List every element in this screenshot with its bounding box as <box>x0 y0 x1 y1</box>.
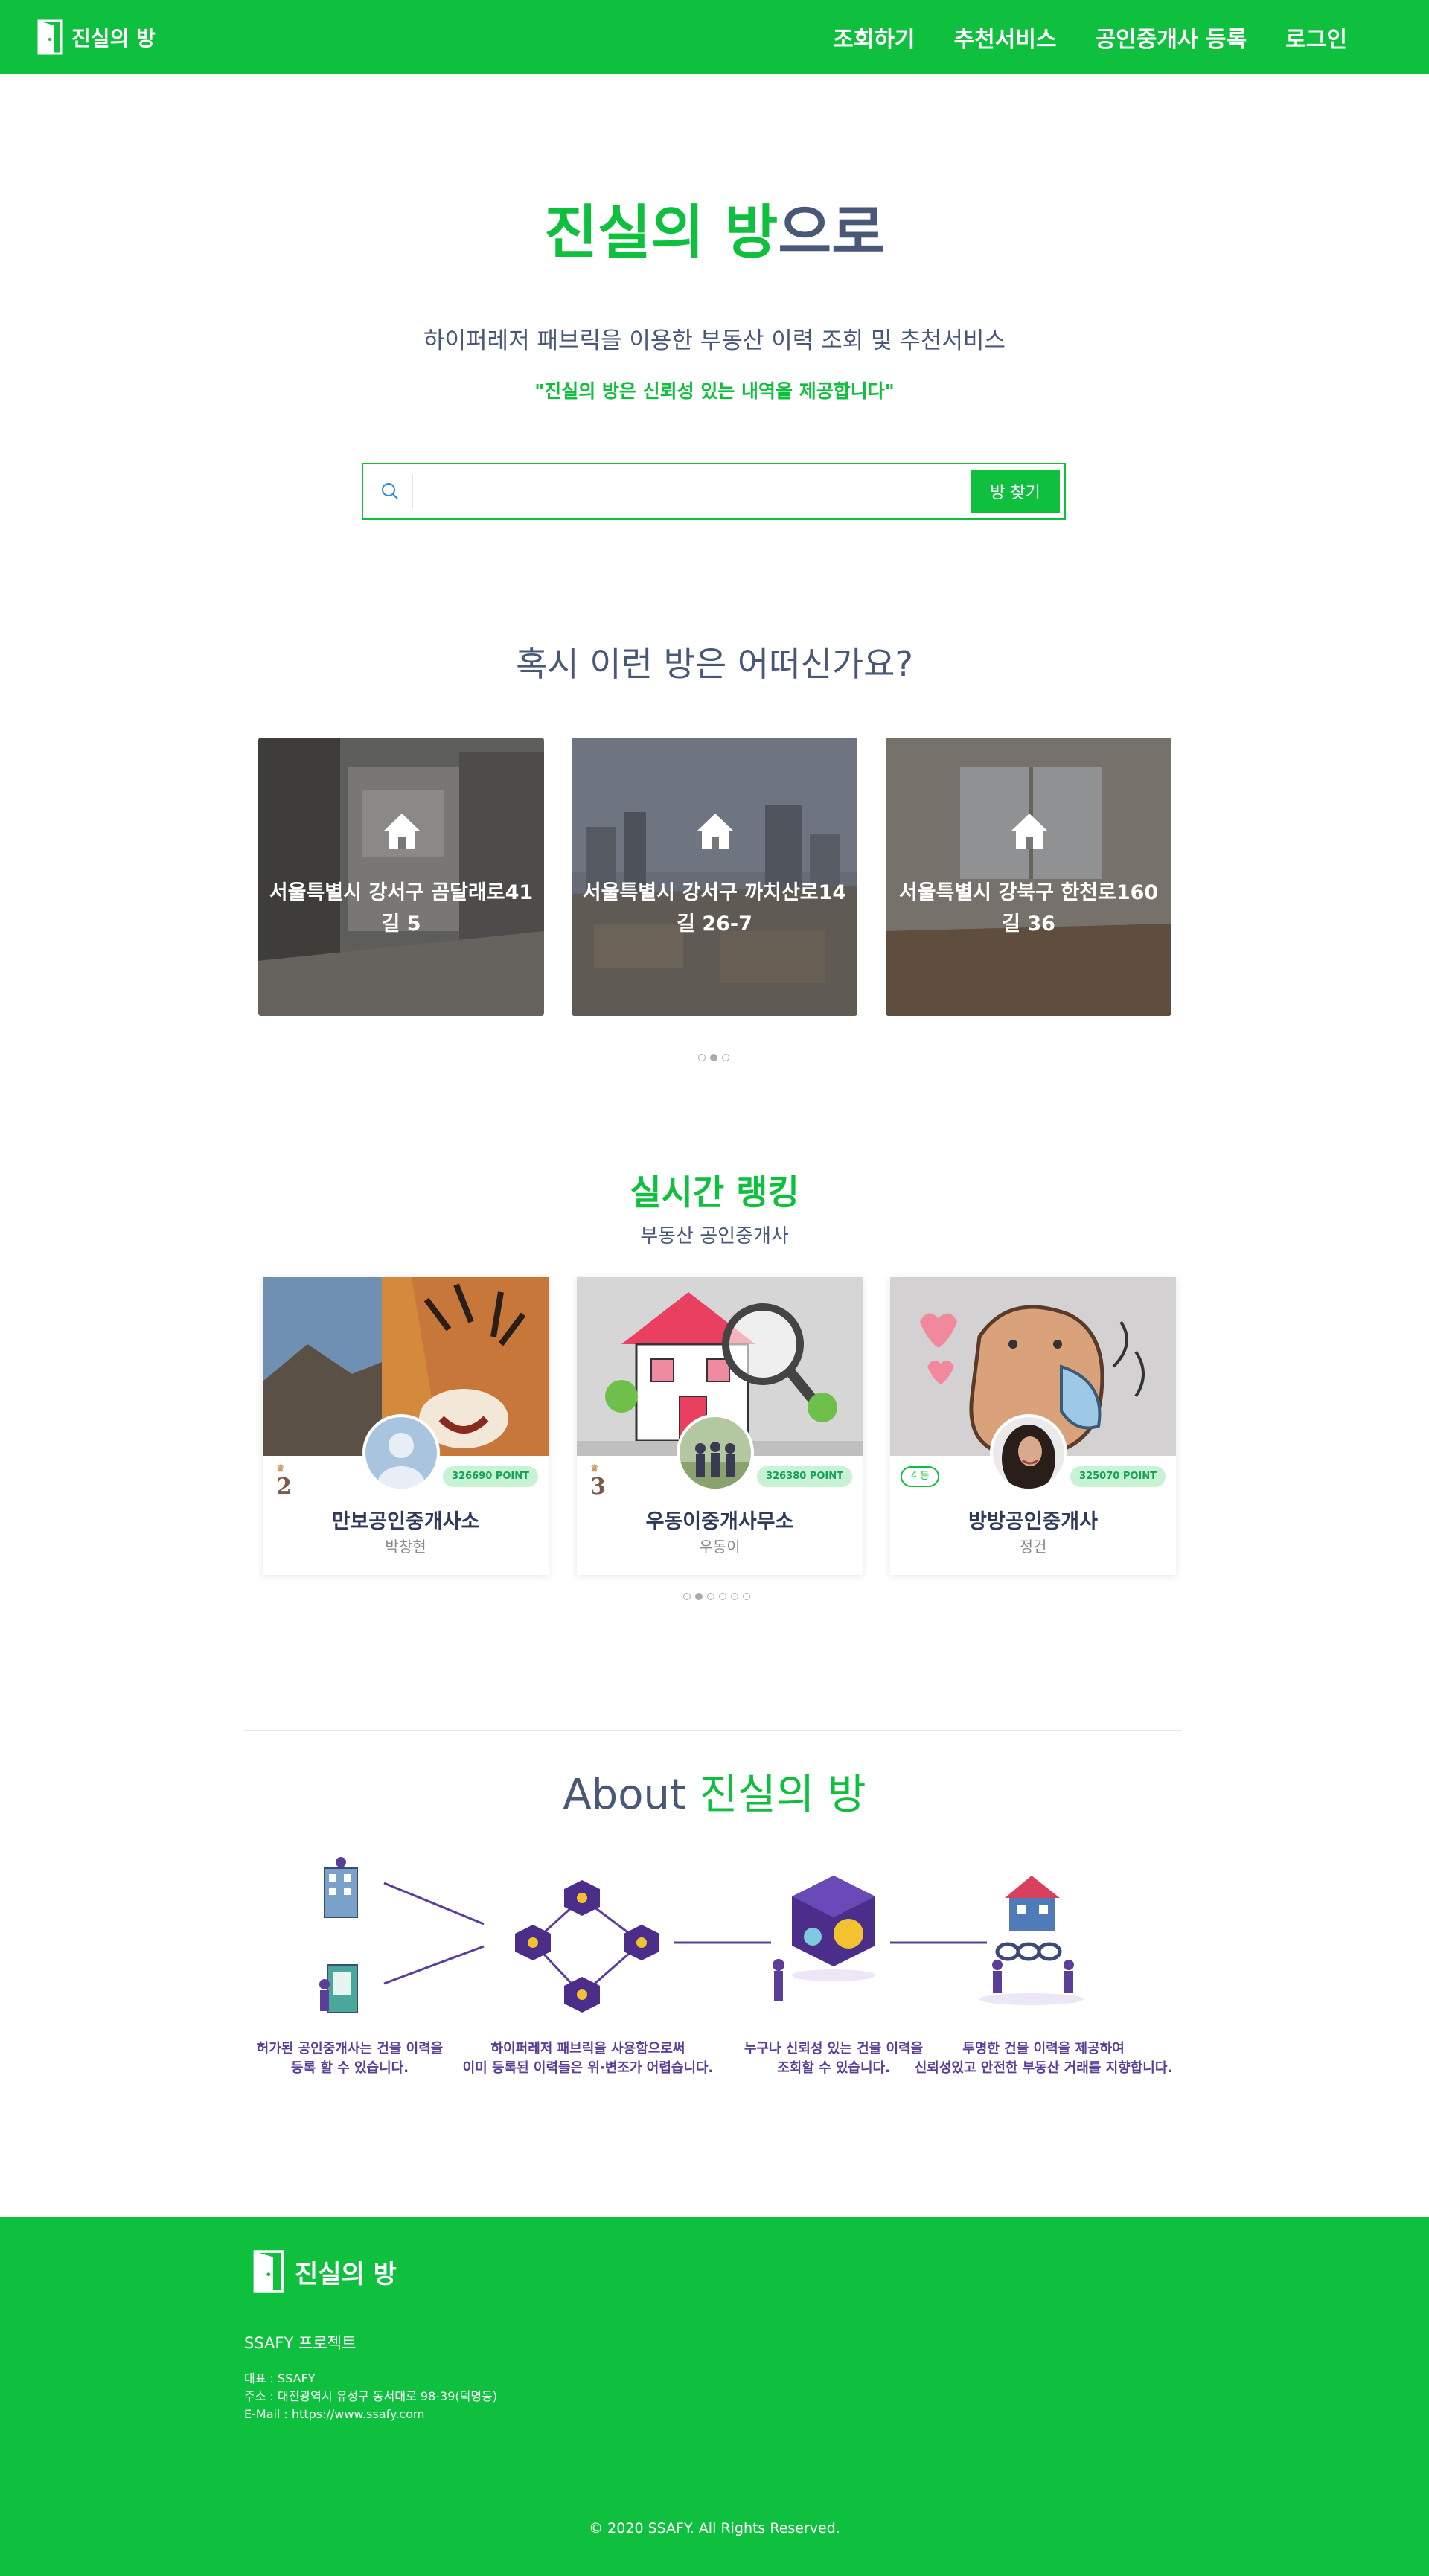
house-icon <box>383 814 421 849</box>
footer-email[interactable]: E-Mail : https://www.ssafy.com <box>244 2406 497 2423</box>
house-icon <box>697 814 734 849</box>
agent-avatar <box>677 1414 754 1492</box>
rank-badge: 4 등 <box>901 1466 940 1487</box>
hero-subtitle: 하이퍼레저 패브릭을 이용한 부동산 이력 조회 및 추천서비스 <box>423 327 1006 354</box>
carousel-dot[interactable] <box>707 1593 714 1600</box>
point-badge: 326690 POINT <box>443 1466 538 1487</box>
ranking-subtitle: 부동산 공인중개사 <box>640 1225 789 1247</box>
about-title-dark: About <box>563 1771 700 1819</box>
hero-title-dark: 으로 <box>778 199 885 266</box>
carousel-dot[interactable] <box>722 1054 729 1061</box>
agent-name: 박창현 <box>385 1538 426 1556</box>
search-bar: 방 찾기 <box>362 463 1066 520</box>
rank-medal: ♛ 2 <box>276 1463 292 1500</box>
find-room-button[interactable]: 방 찾기 <box>971 470 1060 513</box>
house-icon <box>1011 814 1048 849</box>
agent-name: 우동이 <box>699 1538 741 1556</box>
search-icon <box>382 483 398 499</box>
hero-title-green: 진실의 방 <box>544 199 779 266</box>
footer-copyright: © 2020 SSAFY. All Rights Reserved. <box>589 2520 840 2537</box>
agency-name: 방방공인중개사 <box>968 1510 1098 1533</box>
building-agent-illustration <box>319 1857 358 2013</box>
secure-block-illustration <box>773 1876 875 2001</box>
recommend-carousel-dots <box>698 1054 729 1061</box>
trusted-deal-illustration <box>979 1876 1084 2005</box>
rank-number: 3 <box>590 1474 606 1500</box>
room-card[interactable]: 서울특별시 강서구 곰달래로41길 5 <box>258 738 544 1016</box>
footer-address: 주소 : 대전광역시 유성구 동서대로 98-39(덕명동) <box>244 2389 498 2403</box>
carousel-dot[interactable] <box>731 1593 738 1600</box>
agent-avatar <box>990 1414 1067 1492</box>
agent-rank-card[interactable]: ♛ 3 326380 POINT 우동이중개사무소 우동이 <box>577 1277 863 1575</box>
agent-rank-card[interactable]: 4 등 325070 POINT 방방공인중개사 정건 <box>890 1277 1176 1575</box>
carousel-dot-active[interactable] <box>710 1054 717 1061</box>
about-title-green: 진실의 방 <box>699 1771 866 1819</box>
about-step-caption: 하이퍼레저 패브릭을 사용함으로써 이미 등록된 이력들은 위·변조가 어렵습니… <box>454 2039 722 2078</box>
footer-project: SSAFY 프로젝트 <box>244 2334 357 2352</box>
footer-info: 대표 : SSAFY 주소 : 대전광역시 유성구 동서대로 98-39(덕명동… <box>244 2370 497 2423</box>
carousel-dot[interactable] <box>719 1593 726 1600</box>
room-address: 서울특별시 강북구 한천로160길 36 <box>898 881 1159 936</box>
footer-logo-text: 진실의 방 <box>295 2259 397 2289</box>
step-caption-line: 신뢰성있고 안전한 부동산 거래를 지향합니다. <box>914 2060 1173 2076</box>
carousel-dot[interactable] <box>698 1054 706 1061</box>
agent-name: 정건 <box>1019 1538 1047 1556</box>
nav-search[interactable]: 조회하기 <box>833 21 915 54</box>
logo-text: 진실의 방 <box>71 26 156 51</box>
footer-ceo: 대표 : SSAFY <box>244 2371 316 2385</box>
door-logo-icon <box>253 2250 284 2293</box>
agency-name: 만보공인중개사소 <box>331 1510 480 1533</box>
hero-title: 진실의 방으로 <box>0 186 1429 269</box>
about-title: About 진실의 방 <box>0 1761 1429 1821</box>
room-address: 서울특별시 강서구 곰달래로41길 5 <box>269 881 534 936</box>
about-step-caption: 허가된 공인중개사는 건물 이력을 등록 할 수 있습니다. <box>223 2039 476 2078</box>
ranking-carousel-dots <box>683 1593 750 1600</box>
agent-avatar <box>362 1414 440 1492</box>
point-badge: 326380 POINT <box>757 1466 852 1487</box>
carousel-dot[interactable] <box>683 1593 691 1600</box>
step-caption-line: 허가된 공인중개사는 건물 이력을 <box>256 2041 444 2056</box>
nav-recommend[interactable]: 추천서비스 <box>954 21 1057 54</box>
room-card[interactable]: 서울특별시 강북구 한천로160길 36 <box>886 738 1171 1016</box>
room-overlay <box>886 738 1171 1016</box>
site-logo[interactable]: 진실의 방 <box>37 19 156 55</box>
nav-login[interactable]: 로그인 <box>1285 21 1347 54</box>
room-overlay <box>572 738 857 1016</box>
carousel-dot[interactable] <box>743 1593 750 1600</box>
agency-name: 우동이중개사무소 <box>645 1510 794 1533</box>
step-caption-line: 등록 할 수 있습니다. <box>290 2060 409 2076</box>
about-step-caption: 투명한 건물 이력을 제공하여 신뢰성있고 안전한 부동산 거래를 지향합니다. <box>902 2039 1185 2078</box>
step-caption-line: 이미 등록된 이력들은 위·변조가 어렵습니다. <box>462 2060 714 2076</box>
rank-medal: ♛ 3 <box>590 1463 606 1500</box>
recommend-title: 혹시 이런 방은 어떠신가요? <box>516 644 913 684</box>
agent-rank-card[interactable]: ♛ 2 326690 POINT 만보공인중개사소 박창현 <box>263 1277 549 1575</box>
about-flow-illustration <box>319 1857 1084 2013</box>
room-address: 서울특별시 강서구 까치산로14길 26-7 <box>582 881 847 936</box>
footer: 진실의 방 SSAFY 프로젝트 대표 : SSAFY 주소 : 대전광역시 유… <box>0 2217 1429 2576</box>
blockchain-network-illustration <box>515 1880 659 2013</box>
search-input[interactable] <box>412 475 889 508</box>
main-nav: 조회하기 추천서비스 공인중개사 등록 로그인 <box>833 21 1347 54</box>
hero-quote: "진실의 방은 신뢰성 있는 내역을 제공합니다" <box>534 380 895 402</box>
step-caption-line: 하이퍼레저 패브릭을 사용함으로써 <box>490 2041 685 2056</box>
room-card[interactable]: 서울특별시 강서구 까치산로14길 26-7 <box>572 738 857 1016</box>
point-badge: 325070 POINT <box>1070 1466 1166 1487</box>
ranking-title: 실시간 랭킹 <box>630 1172 799 1212</box>
step-caption-line: 투명한 건물 이력을 제공하여 <box>962 2041 1125 2056</box>
nav-agent-register[interactable]: 공인중개사 등록 <box>1096 21 1247 54</box>
rank-number: 2 <box>276 1474 292 1500</box>
room-overlay <box>258 738 544 1016</box>
section-divider <box>244 1730 1182 1731</box>
top-navbar: 진실의 방 조회하기 추천서비스 공인중개사 등록 로그인 <box>0 0 1429 74</box>
footer-logo[interactable]: 진실의 방 <box>253 2249 397 2294</box>
door-logo-icon <box>37 19 63 55</box>
carousel-dot-active[interactable] <box>695 1593 703 1600</box>
